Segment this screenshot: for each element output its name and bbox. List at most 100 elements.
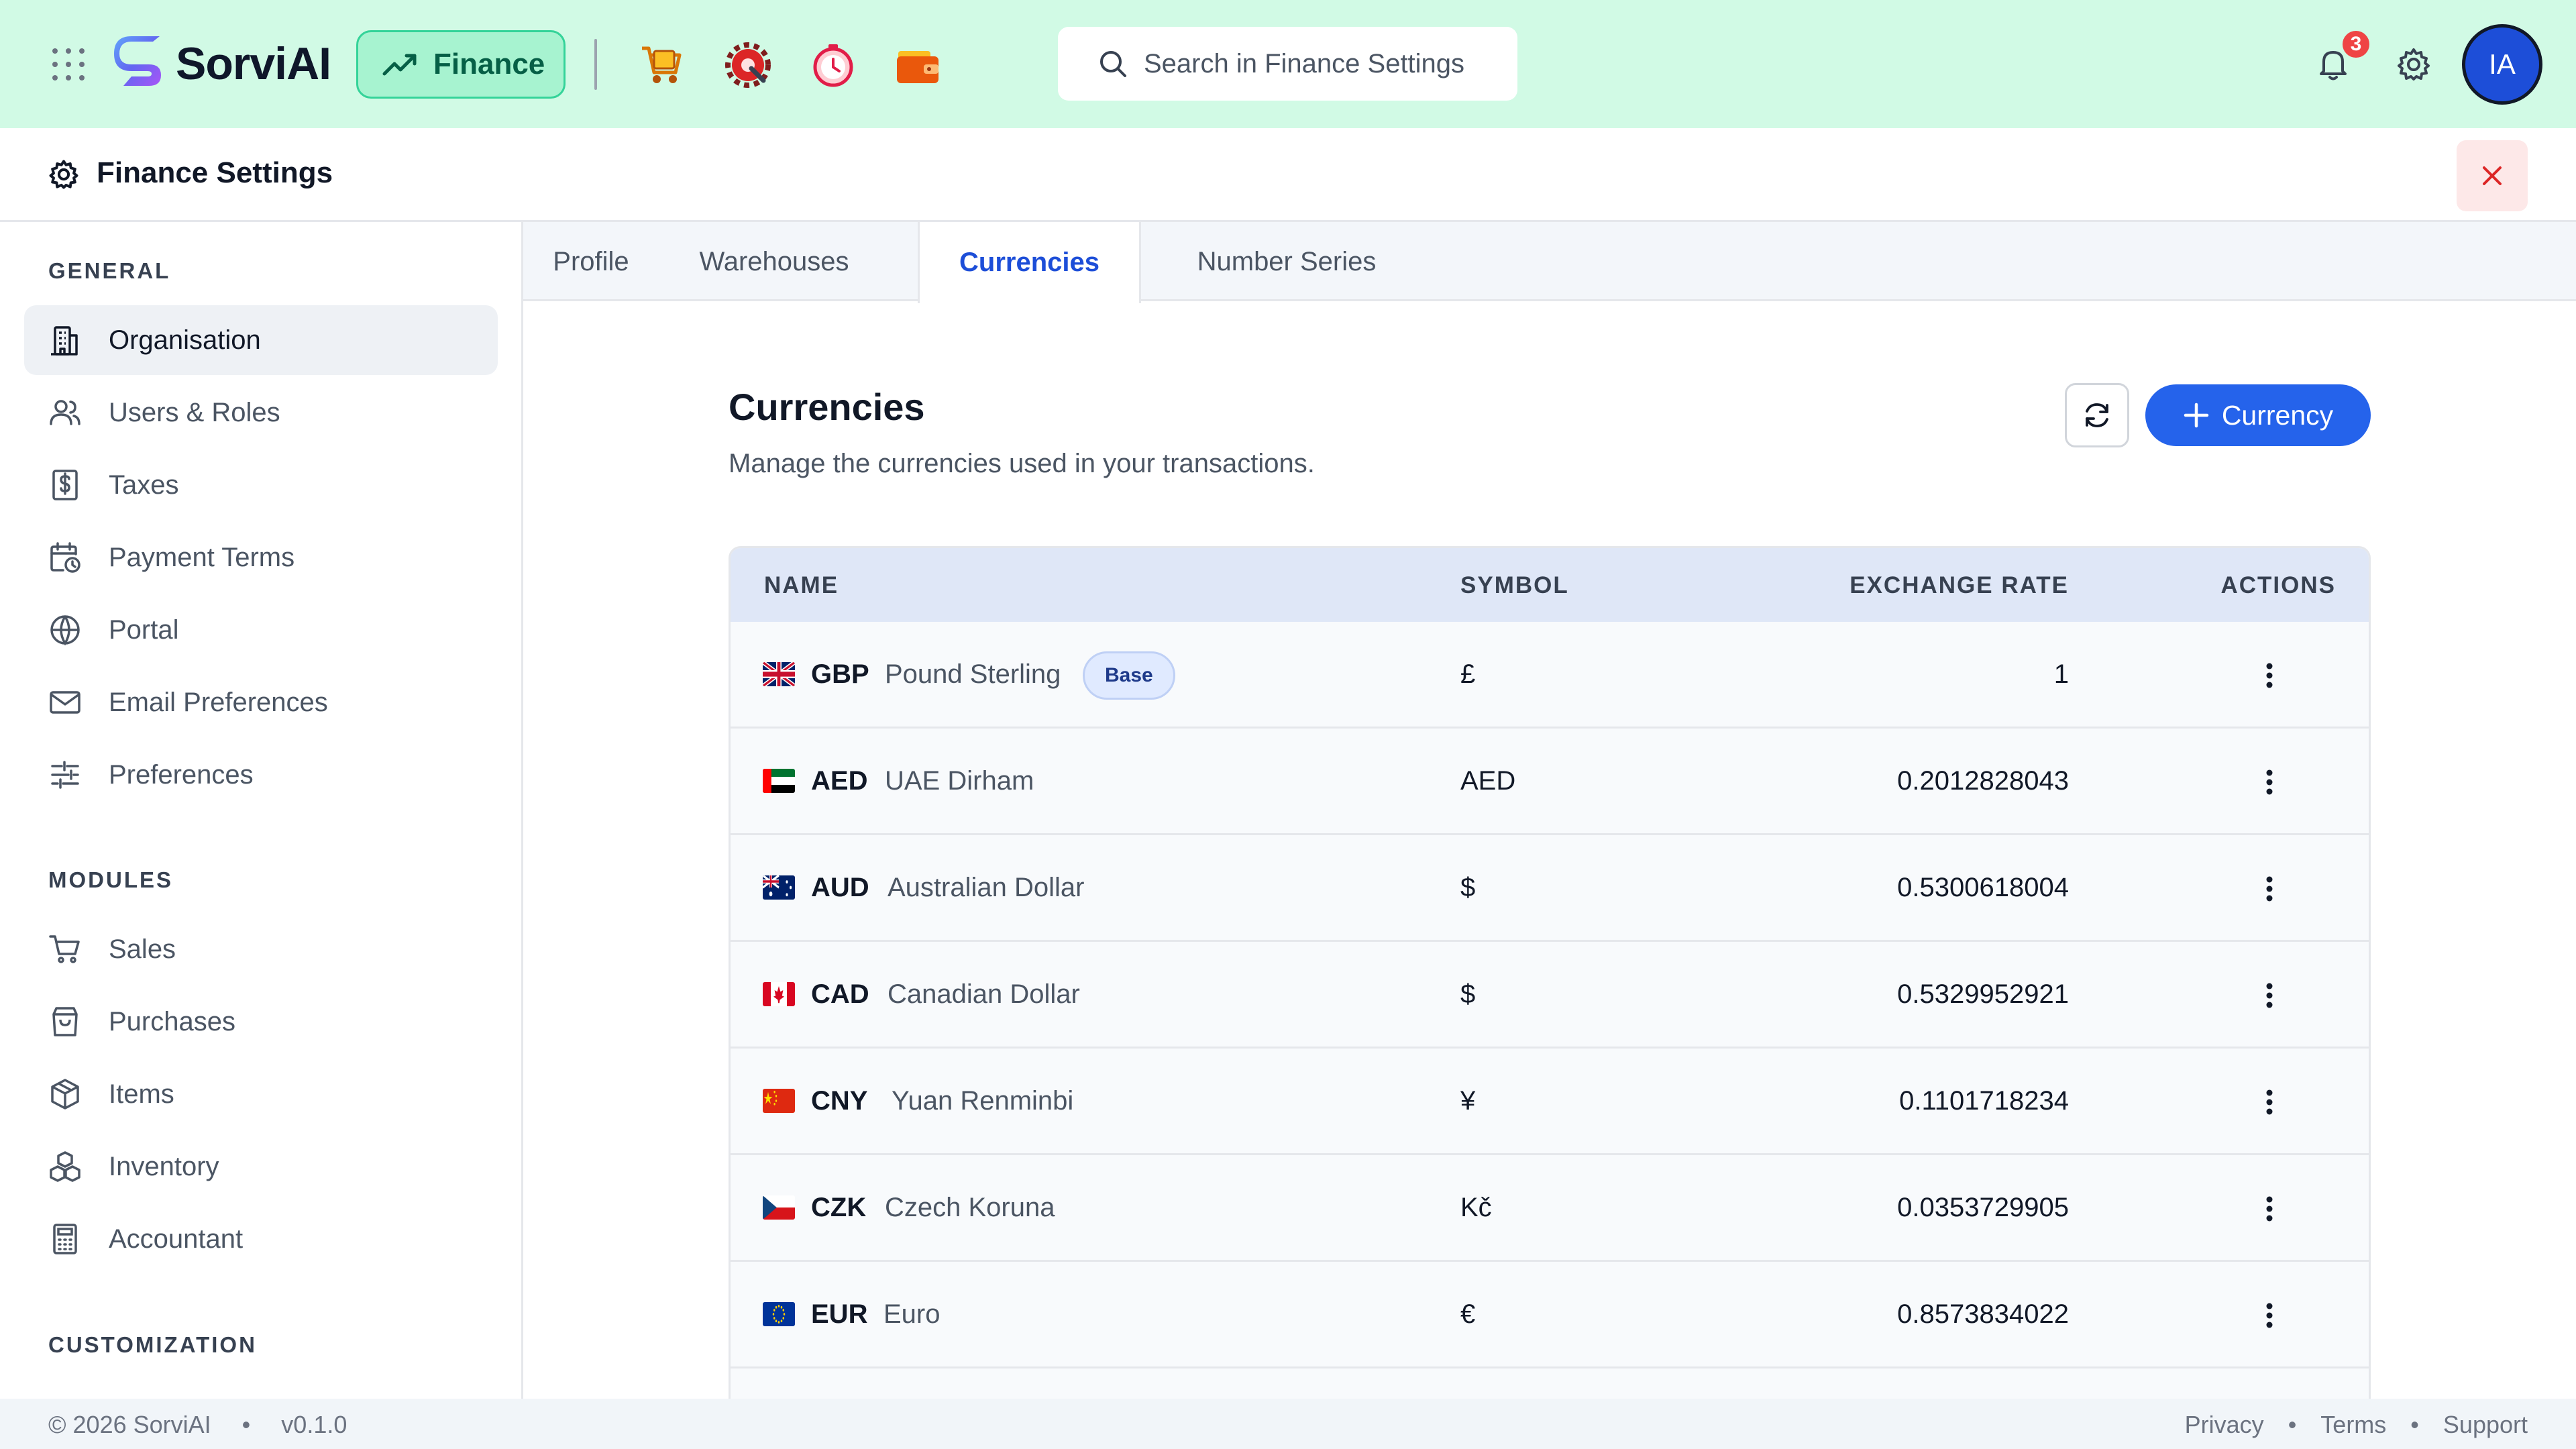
- sidebar-item-preferences[interactable]: Preferences: [24, 740, 498, 810]
- settings-sidebar: GENERAL Organisation Users & Roles Taxes…: [0, 222, 523, 1399]
- row-actions-more-icon[interactable]: [2249, 869, 2290, 909]
- sidebar-item-users-roles[interactable]: Users & Roles: [24, 378, 498, 447]
- tools-app-icon[interactable]: [724, 42, 771, 89]
- currency-symbol: £: [1460, 659, 1476, 689]
- sidebar-item-payment-terms[interactable]: Payment Terms: [24, 523, 498, 592]
- exchange-rate: 0.5329952921: [1897, 979, 2069, 1009]
- exchange-rate: 0.8573834022: [1897, 1299, 2069, 1329]
- sidebar-section-label: MODULES: [48, 867, 173, 892]
- row-actions-more-icon[interactable]: [2249, 1295, 2290, 1336]
- table-row[interactable]: CAD Canadian Dollar $ 0.5329952921: [731, 942, 2369, 1049]
- sidebar-item-purchases[interactable]: Purchases: [24, 987, 498, 1057]
- app-grid-icon[interactable]: [51, 47, 86, 82]
- table-row[interactable]: AED UAE Dirham AED 0.2012828043: [731, 729, 2369, 835]
- currency-name: Canadian Dollar: [888, 979, 1080, 1009]
- footer-meta: © 2026 SorviAI • v0.1.0: [48, 1411, 347, 1439]
- user-avatar[interactable]: IA: [2462, 24, 2542, 105]
- sidebar-item-accountant[interactable]: Accountant: [24, 1204, 498, 1274]
- settings-gear-icon[interactable]: [2396, 47, 2431, 82]
- tab-profile[interactable]: Profile: [538, 222, 644, 301]
- sidebar-section-label: CUSTOMIZATION: [48, 1332, 257, 1357]
- currency-symbol: $: [1460, 979, 1476, 1009]
- divider: [594, 39, 597, 90]
- footer-link-support[interactable]: Support: [2443, 1411, 2528, 1439]
- sidebar-item-inventory[interactable]: Inventory: [24, 1132, 498, 1201]
- page-title: Finance Settings: [97, 156, 333, 189]
- module-switcher-finance[interactable]: Finance: [356, 30, 566, 99]
- tab-currencies[interactable]: Currencies: [918, 222, 1141, 303]
- sidebar-item-label: Preferences: [109, 759, 254, 790]
- sidebar-item-email-preferences[interactable]: Email Preferences: [24, 667, 498, 737]
- currency-name: Czech Koruna: [885, 1193, 1055, 1222]
- boxes-icon: [50, 1151, 80, 1182]
- table-row[interactable]: CNY Yuan Renminbi ¥ 0.1101718234: [731, 1049, 2369, 1155]
- footer-link-privacy[interactable]: Privacy: [2185, 1411, 2264, 1439]
- clock-app-icon[interactable]: [810, 42, 857, 89]
- building-icon: [51, 326, 78, 356]
- currency-symbol: ¥: [1460, 1086, 1476, 1116]
- tab-number-series[interactable]: Number Series: [1173, 222, 1401, 301]
- sidebar-item-label: Purchases: [109, 1006, 235, 1036]
- currency-code: AED: [811, 766, 868, 796]
- currency-code: CAD: [811, 979, 869, 1009]
- table-row[interactable]: AUD Australian Dollar $ 0.5300618004: [731, 835, 2369, 942]
- table-row[interactable]: [731, 1368, 2369, 1399]
- module-label: Finance: [433, 48, 545, 80]
- sidebar-item-label: Payment Terms: [109, 542, 295, 572]
- search-placeholder: Search in Finance Settings: [1144, 48, 1465, 78]
- refresh-icon: [2086, 403, 2108, 427]
- column-header-actions: ACTIONS: [2220, 572, 2336, 598]
- sidebar-item-sales[interactable]: Sales: [24, 914, 498, 984]
- close-icon: [2483, 166, 2502, 185]
- flag-cz-icon: [763, 1195, 795, 1220]
- row-actions-more-icon[interactable]: [2249, 762, 2290, 802]
- wallet-app-icon[interactable]: [894, 42, 941, 89]
- table-row[interactable]: GBP Pound Sterling Base £ 1: [731, 622, 2369, 729]
- sidebar-item-label: Sales: [109, 934, 176, 964]
- sidebar-item-label: Taxes: [109, 470, 179, 500]
- flag-au-icon: [763, 875, 795, 900]
- calculator-icon: [53, 1224, 77, 1254]
- column-header-exchange-rate: EXCHANGE RATE: [1849, 572, 2069, 598]
- currencies-panel: Currencies Manage the currencies used in…: [525, 303, 2576, 1399]
- sidebar-item-taxes[interactable]: Taxes: [24, 450, 498, 520]
- sidebar-item-portal[interactable]: Portal: [24, 595, 498, 665]
- footer-links: Privacy • Terms • Support: [2185, 1411, 2528, 1439]
- flag-eu-icon: [763, 1302, 795, 1326]
- mail-icon: [50, 691, 80, 714]
- footer-link-terms[interactable]: Terms: [2320, 1411, 2386, 1439]
- brand-logo[interactable]: SorviAI: [111, 35, 331, 93]
- table-row[interactable]: CZK Czech Koruna Kč 0.0353729905: [731, 1155, 2369, 1262]
- currency-name: Yuan Renminbi: [892, 1086, 1074, 1116]
- sidebar-item-organisation[interactable]: Organisation: [24, 305, 498, 375]
- sidebar-item-label: Organisation: [109, 325, 261, 355]
- search-icon: [1100, 51, 1126, 77]
- sliders-icon: [51, 761, 79, 789]
- table-row[interactable]: EUR Euro € 0.8573834022: [731, 1262, 2369, 1368]
- row-actions-more-icon[interactable]: [2249, 1189, 2290, 1229]
- top-bar: SorviAI Finance Search in Finance Settin…: [0, 0, 2576, 128]
- add-currency-button[interactable]: Currency: [2145, 384, 2371, 446]
- flag-ca-icon: [763, 982, 795, 1006]
- exchange-rate: 1: [2053, 659, 2069, 689]
- cart-icon: [49, 935, 80, 963]
- flag-ae-icon: [763, 769, 795, 793]
- tab-warehouses[interactable]: Warehouses: [690, 222, 859, 301]
- search-input[interactable]: Search in Finance Settings: [1058, 27, 1517, 101]
- currency-code: EUR: [811, 1299, 868, 1329]
- row-actions-more-icon[interactable]: [2249, 655, 2290, 696]
- currency-code: CZK: [811, 1193, 867, 1222]
- base-currency-badge: Base: [1083, 651, 1175, 700]
- close-button[interactable]: [2457, 140, 2528, 211]
- users-icon: [50, 400, 80, 425]
- currency-symbol: $: [1460, 873, 1476, 902]
- add-currency-label: Currency: [2221, 399, 2334, 431]
- sidebar-item-label: Users & Roles: [109, 397, 280, 427]
- currency-symbol: Kč: [1460, 1193, 1492, 1222]
- sidebar-item-label: Items: [109, 1079, 174, 1109]
- shopping-cart-app-icon[interactable]: [638, 42, 685, 89]
- row-actions-more-icon[interactable]: [2249, 975, 2290, 1016]
- row-actions-more-icon[interactable]: [2249, 1082, 2290, 1122]
- sidebar-item-items[interactable]: Items: [24, 1059, 498, 1129]
- refresh-button[interactable]: [2065, 383, 2129, 447]
